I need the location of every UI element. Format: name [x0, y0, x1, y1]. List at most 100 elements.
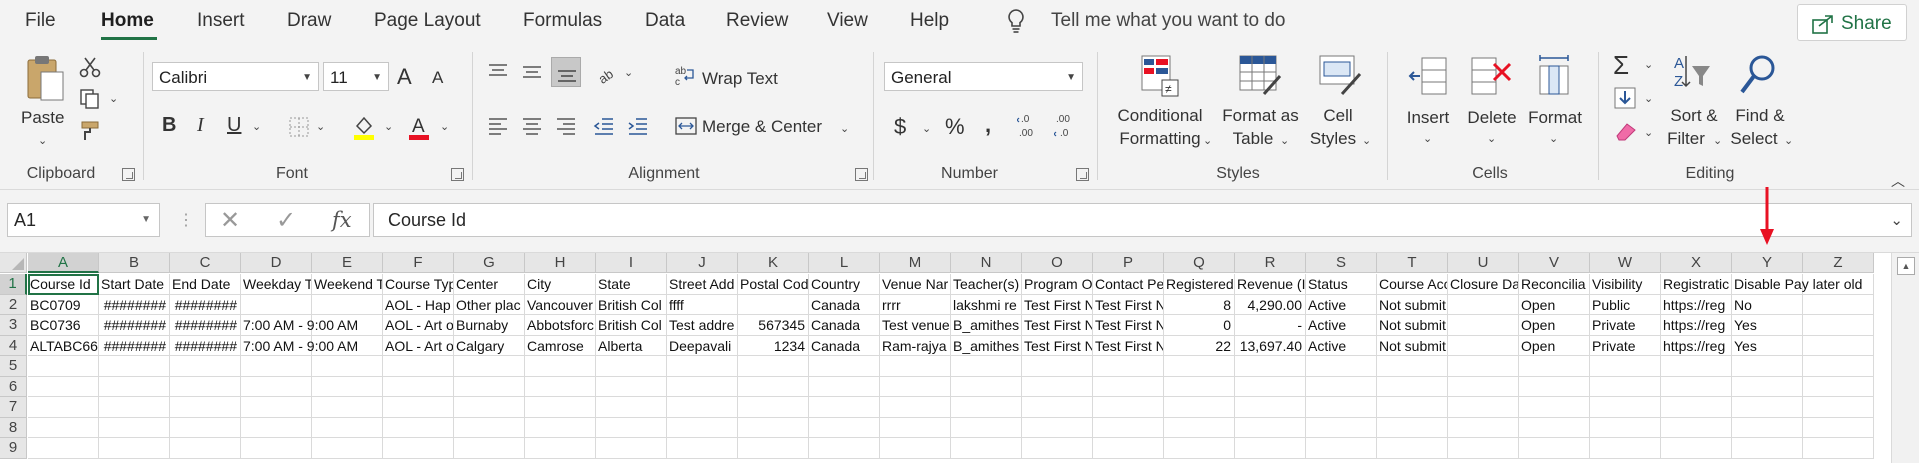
cell-q8[interactable] — [1164, 417, 1235, 438]
cell-l9[interactable] — [809, 438, 880, 459]
cut-icon[interactable] — [79, 56, 101, 78]
cell-m5[interactable] — [880, 356, 951, 377]
cell-a1[interactable]: Course Id — [28, 274, 99, 295]
cell-p5[interactable] — [1093, 356, 1164, 377]
cell-s3[interactable]: Active — [1306, 315, 1377, 336]
align-top-icon[interactable] — [487, 62, 509, 82]
column-header-h[interactable]: H — [525, 253, 596, 273]
cell-f4[interactable]: AOL - Art o — [383, 335, 454, 356]
cell-styles-dropdown-icon[interactable]: ⌄ — [1362, 134, 1371, 147]
cell-q3[interactable]: 0 — [1164, 315, 1235, 336]
cell-g2[interactable]: Other plac — [454, 294, 525, 315]
cell-d3[interactable]: 7:00 AM - 9:00 AM — [241, 315, 358, 336]
cell-l7[interactable] — [809, 397, 880, 418]
row-header-2[interactable]: 2 — [0, 294, 27, 315]
cell-v2[interactable]: Open — [1519, 294, 1590, 315]
cell-t3[interactable]: Not submit — [1377, 315, 1448, 336]
cell-t6[interactable] — [1377, 376, 1448, 397]
row-header-3[interactable]: 3 — [0, 315, 27, 336]
cell-a3[interactable]: BC0736 — [28, 315, 99, 336]
cell-s5[interactable] — [1306, 356, 1377, 377]
cell-u6[interactable] — [1448, 376, 1519, 397]
cell-m1[interactable]: Venue Nar — [880, 274, 951, 295]
fill-dropdown-icon[interactable]: ⌄ — [1644, 92, 1653, 105]
cell-z9[interactable] — [1803, 438, 1874, 459]
cell-i1[interactable]: State — [596, 274, 667, 295]
copy-icon[interactable] — [79, 88, 101, 110]
cell-d1[interactable]: Weekday T — [241, 274, 312, 295]
row-header-9[interactable]: 9 — [0, 438, 27, 459]
cell-z6[interactable] — [1803, 376, 1874, 397]
cell-t7[interactable] — [1377, 397, 1448, 418]
cell-a8[interactable] — [28, 417, 99, 438]
cell-z4[interactable] — [1803, 335, 1874, 356]
cell-z2[interactable] — [1803, 294, 1874, 315]
column-header-g[interactable]: G — [454, 253, 525, 273]
cell-u3[interactable] — [1448, 315, 1519, 336]
cell-u5[interactable] — [1448, 356, 1519, 377]
alignment-launcher-icon[interactable] — [855, 168, 868, 181]
cell-e9[interactable] — [312, 438, 383, 459]
cell-j7[interactable] — [667, 397, 738, 418]
row-header-6[interactable]: 6 — [0, 376, 27, 397]
conditional-formatting-line1[interactable]: Conditional — [1105, 104, 1215, 127]
cell-o3[interactable]: Test First N — [1022, 315, 1093, 336]
cell-h8[interactable] — [525, 417, 596, 438]
cell-v9[interactable] — [1519, 438, 1590, 459]
borders-dropdown-icon[interactable]: ⌄ — [316, 120, 325, 133]
accounting-dropdown-icon[interactable]: ⌄ — [922, 122, 931, 135]
cell-m7[interactable] — [880, 397, 951, 418]
cell-n7[interactable] — [951, 397, 1022, 418]
font-name-select[interactable]: Calibri ▼ — [152, 62, 319, 91]
cell-r6[interactable] — [1235, 376, 1306, 397]
cell-s2[interactable]: Active — [1306, 294, 1377, 315]
cell-u1[interactable]: Closure Da — [1448, 274, 1519, 295]
cell-x4[interactable]: https://reg — [1661, 335, 1732, 356]
cell-r8[interactable] — [1235, 417, 1306, 438]
cell-d4[interactable]: 7:00 AM - 9:00 AM — [241, 335, 358, 356]
cell-x9[interactable] — [1661, 438, 1732, 459]
cell-n5[interactable] — [951, 356, 1022, 377]
cell-b9[interactable] — [99, 438, 170, 459]
menu-home[interactable]: Home — [101, 10, 154, 32]
column-header-s[interactable]: S — [1306, 253, 1377, 273]
cell-g1[interactable]: Center — [454, 274, 525, 295]
cell-h5[interactable] — [525, 356, 596, 377]
decrease-decimal-icon[interactable]: .00.0 — [1054, 111, 1082, 139]
cell-c3[interactable]: ######## — [170, 315, 241, 336]
cell-w2[interactable]: Public — [1590, 294, 1661, 315]
cell-m2[interactable]: rrrr — [880, 294, 951, 315]
cell-r4[interactable]: 13,697.40 — [1235, 335, 1306, 356]
cell-v4[interactable]: Open — [1519, 335, 1590, 356]
cell-k1[interactable]: Postal Cod — [738, 274, 809, 295]
column-header-j[interactable]: J — [667, 253, 738, 273]
cell-v6[interactable] — [1519, 376, 1590, 397]
cell-j5[interactable] — [667, 356, 738, 377]
cell-g5[interactable] — [454, 356, 525, 377]
decrease-font-size-button[interactable]: A — [432, 68, 443, 88]
cell-j8[interactable] — [667, 417, 738, 438]
comma-style-button[interactable]: , — [985, 112, 991, 138]
format-dropdown-icon[interactable]: ⌄ — [1549, 132, 1558, 145]
cell-d8[interactable] — [241, 417, 312, 438]
cell-a7[interactable] — [28, 397, 99, 418]
delete-dropdown-icon[interactable]: ⌄ — [1487, 132, 1496, 145]
cell-styles-button[interactable]: Styles — [1305, 127, 1361, 150]
cell-w9[interactable] — [1590, 438, 1661, 459]
cell-l4[interactable]: Canada — [809, 335, 880, 356]
cell-y8[interactable] — [1732, 417, 1803, 438]
column-header-z[interactable]: Z — [1803, 253, 1874, 273]
cell-p3[interactable]: Test First N — [1093, 315, 1164, 336]
cell-s8[interactable] — [1306, 417, 1377, 438]
cell-w5[interactable] — [1590, 356, 1661, 377]
menu-draw[interactable]: Draw — [287, 10, 331, 32]
wrap-text-button[interactable]: Wrap Text — [702, 69, 778, 89]
cell-t4[interactable]: Not submit — [1377, 335, 1448, 356]
menu-data[interactable]: Data — [645, 10, 685, 32]
column-header-t[interactable]: T — [1377, 253, 1448, 273]
cell-n3[interactable]: B_amithes — [951, 315, 1022, 336]
format-as-table-dropdown-icon[interactable]: ⌄ — [1280, 134, 1289, 147]
cell-y5[interactable] — [1732, 356, 1803, 377]
cell-h4[interactable]: Camrose — [525, 335, 596, 356]
number-format-select[interactable]: General ▼ — [884, 62, 1083, 91]
